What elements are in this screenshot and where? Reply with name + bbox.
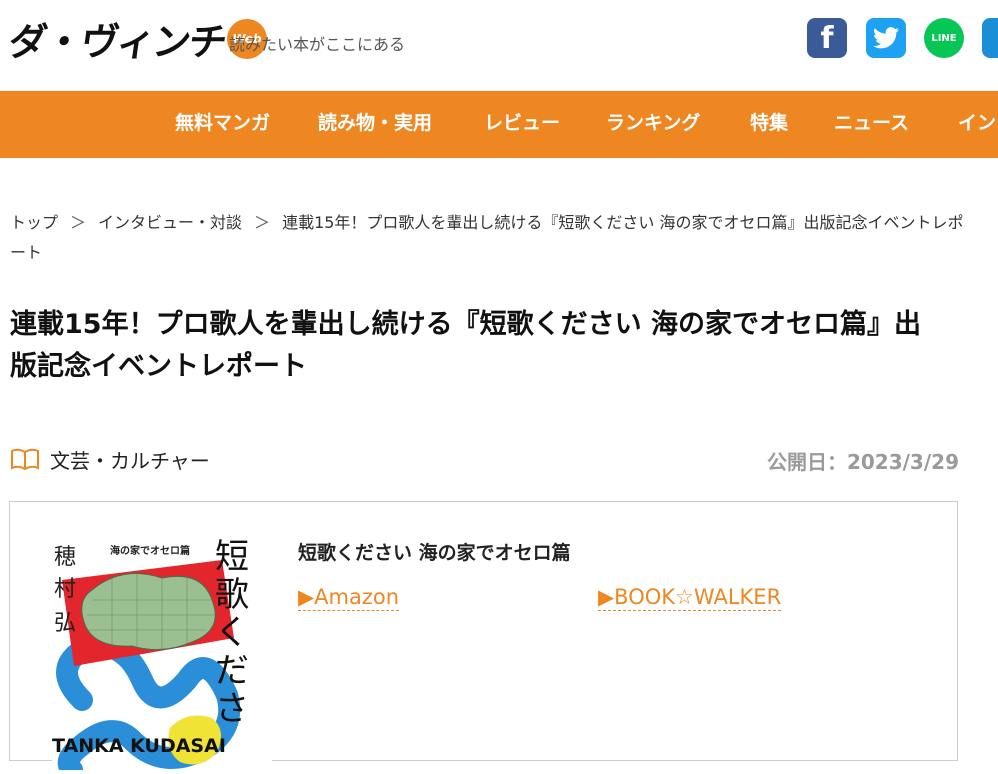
nav-item-news[interactable]: ニュース: [834, 91, 909, 158]
amazon-link[interactable]: ▶Amazon: [298, 584, 400, 611]
share-icon[interactable]: [982, 18, 998, 58]
site-tagline: 読みたい本がここにある: [229, 35, 406, 54]
svg-text:歌: 歌: [215, 575, 249, 615]
svg-text:だ: だ: [215, 651, 249, 691]
line-icon[interactable]: LINE: [924, 18, 964, 58]
category-label: 文芸・カルチャー: [50, 448, 210, 473]
twitter-bird-icon: [873, 27, 899, 49]
publish-date: 公開日：2023/3/29: [766, 450, 959, 474]
book-icon: [11, 448, 39, 471]
cover-author-3: 弘: [54, 611, 76, 636]
nav-item-ranking[interactable]: ランキング: [606, 91, 700, 158]
cover-subtitle: 海の家でオセロ篇: [110, 544, 190, 557]
main-nav: 無料マンガ 読み物・実用 レビュー ランキング 特集 ニュース イン: [0, 91, 998, 158]
breadcrumb: トップ＞インタビュー・対談＞連載15年！プロ歌人を輩出し続ける『短歌ください 海…: [10, 208, 970, 268]
site-header: ダ・ヴィンチ Web 読みたい本がここにある f LINE: [0, 0, 998, 91]
cover-author-1: 穂: [54, 545, 76, 570]
svg-text:さ: さ: [215, 689, 249, 729]
bookwalker-link[interactable]: ▶BOOK☆WALKER: [598, 584, 782, 611]
facebook-glyph: f: [820, 20, 834, 56]
book-cover-image[interactable]: 穂 村 弘 海の家でオセロ篇 短 歌 く だ さ TANKA KUDASAI: [52, 530, 272, 774]
logo-text: ダ・ヴィンチ: [5, 20, 229, 64]
cover-bottom-text: TANKA KUDASAI: [52, 735, 226, 757]
svg-text:短: 短: [215, 537, 249, 577]
breadcrumb-separator: ＞: [70, 213, 87, 232]
svg-text:く: く: [215, 613, 249, 653]
book-info-box: 穂 村 弘 海の家でオセロ篇 短 歌 く だ さ TANKA KUDASAI 短…: [9, 501, 958, 774]
nav-item-review[interactable]: レビュー: [484, 91, 560, 158]
article-category[interactable]: 文芸・カルチャー: [10, 444, 210, 474]
nav-item-interview[interactable]: イン: [958, 91, 996, 158]
nav-item-feature[interactable]: 特集: [750, 91, 788, 158]
nav-item-free-manga[interactable]: 無料マンガ: [175, 91, 270, 158]
breadcrumb-top[interactable]: トップ: [10, 213, 58, 232]
facebook-icon[interactable]: f: [807, 18, 847, 58]
line-label: LINE: [931, 32, 957, 44]
nav-item-reading[interactable]: 読み物・実用: [318, 91, 432, 158]
twitter-icon[interactable]: [866, 18, 906, 58]
article-title: 連載15年！プロ歌人を輩出し続ける『短歌ください 海の家でオセロ篇』出版記念イベ…: [10, 309, 921, 382]
cover-author-2: 村: [54, 577, 76, 602]
book-title: 短歌ください 海の家でオセロ篇: [298, 542, 571, 564]
breadcrumb-separator: ＞: [254, 213, 271, 232]
book-cover-art: 穂 村 弘 海の家でオセロ篇 短 歌 く だ さ TANKA KUDASAI: [52, 530, 272, 774]
breadcrumb-interview[interactable]: インタビュー・対談: [98, 213, 242, 232]
